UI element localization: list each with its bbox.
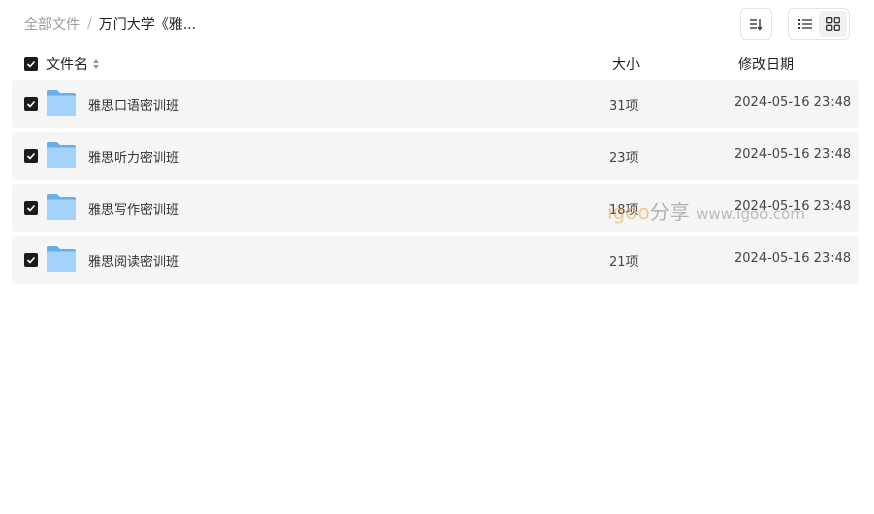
sort-icon <box>750 19 763 31</box>
file-table-header: 文件名 大小 修改日期 <box>12 52 859 76</box>
file-name[interactable]: 雅思口语密训班 <box>88 95 179 114</box>
select-all-checkbox[interactable] <box>24 57 38 71</box>
column-header-name-label: 文件名 <box>46 57 88 73</box>
file-date: 2024-05-16 23:48 <box>734 251 852 266</box>
file-name[interactable]: 雅思听力密训班 <box>88 147 179 166</box>
breadcrumb-current: 万门大学《雅... <box>98 17 197 33</box>
table-row[interactable]: 雅思听力密训班 23项 2024-05-16 23:48 <box>12 132 859 180</box>
folder-icon <box>47 246 76 272</box>
file-size: 21项 <box>609 255 639 270</box>
sort-button[interactable] <box>740 8 772 40</box>
sort-caret-icon <box>92 58 100 70</box>
file-size: 23项 <box>609 151 639 166</box>
table-row[interactable]: 雅思阅读密训班 21项 2024-05-16 23:48 <box>12 236 859 284</box>
check-icon <box>26 256 36 264</box>
column-header-size[interactable]: 大小 <box>612 54 640 74</box>
table-row[interactable]: 雅思写作密训班 18项 2024-05-16 23:48 <box>12 184 859 232</box>
row-checkbox[interactable] <box>24 149 38 163</box>
file-size: 18项 <box>609 203 639 218</box>
row-checkbox[interactable] <box>24 97 38 111</box>
view-toggle <box>788 8 850 40</box>
file-name[interactable]: 雅思写作密训班 <box>88 199 179 218</box>
column-header-date[interactable]: 修改日期 <box>738 54 794 74</box>
row-checkbox[interactable] <box>24 253 38 267</box>
grid-view-button[interactable] <box>819 11 847 37</box>
row-checkbox[interactable] <box>24 201 38 215</box>
check-icon <box>26 204 36 212</box>
grid-view-icon <box>826 17 840 31</box>
breadcrumb: 全部文件 / 万门大学《雅... <box>24 14 196 34</box>
file-date: 2024-05-16 23:48 <box>734 199 852 214</box>
folder-icon <box>47 142 76 168</box>
file-date: 2024-05-16 23:48 <box>734 95 852 110</box>
file-size: 31项 <box>609 99 639 114</box>
folder-icon <box>47 194 76 220</box>
list-view-icon <box>798 19 812 29</box>
column-header-name[interactable]: 文件名 <box>46 54 100 74</box>
check-icon <box>26 100 36 108</box>
breadcrumb-separator: / <box>87 16 92 32</box>
folder-icon <box>47 90 76 116</box>
file-name[interactable]: 雅思阅读密训班 <box>88 251 179 270</box>
breadcrumb-root-link[interactable]: 全部文件 <box>24 14 80 34</box>
check-icon <box>26 152 36 160</box>
table-row[interactable]: 雅思口语密训班 31项 2024-05-16 23:48 <box>12 80 859 128</box>
list-view-button[interactable] <box>791 11 819 37</box>
file-date: 2024-05-16 23:48 <box>734 147 852 162</box>
check-icon <box>26 60 36 68</box>
